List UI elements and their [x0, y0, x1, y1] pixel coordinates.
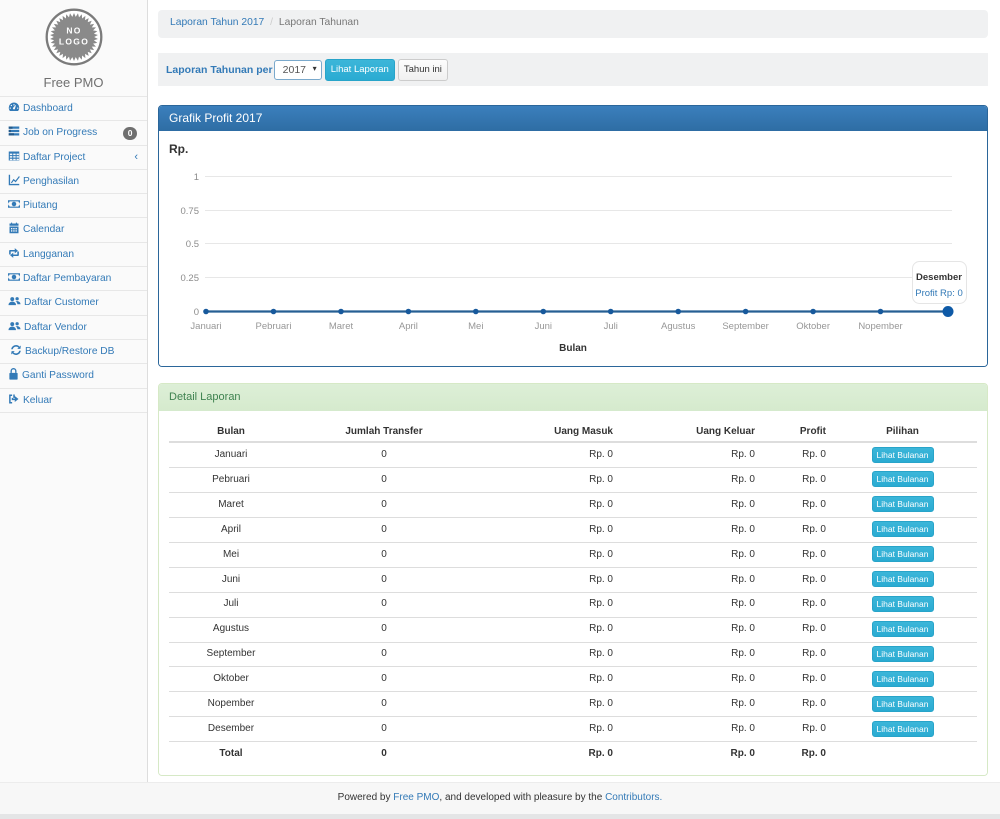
- svg-text:Agustus: Agustus: [661, 321, 696, 332]
- svg-text:Maret: Maret: [329, 321, 354, 332]
- svg-text:0.5: 0.5: [186, 239, 199, 250]
- svg-text:0.25: 0.25: [181, 273, 200, 284]
- svg-text:Juni: Juni: [535, 321, 552, 332]
- svg-text:Mei: Mei: [468, 321, 483, 332]
- svg-text:Oktober: Oktober: [796, 321, 830, 332]
- svg-text:Pebruari: Pebruari: [256, 321, 292, 332]
- svg-text:Rp.: Rp.: [169, 142, 188, 156]
- svg-text:0.75: 0.75: [181, 206, 200, 217]
- svg-text:Januari: Januari: [190, 321, 221, 332]
- svg-text:Profit Rp: 0: Profit Rp: 0: [915, 288, 963, 299]
- svg-text:0: 0: [194, 307, 199, 318]
- svg-text:LOGO: LOGO: [58, 37, 88, 47]
- svg-text:Juli: Juli: [604, 321, 618, 332]
- svg-text:NO: NO: [66, 26, 81, 36]
- svg-text:April: April: [399, 321, 418, 332]
- svg-text:Desember: Desember: [916, 272, 962, 283]
- svg-text:1: 1: [194, 172, 199, 183]
- svg-text:Bulan: Bulan: [559, 343, 587, 354]
- svg-text:September: September: [722, 321, 768, 332]
- svg-text:Nopember: Nopember: [858, 321, 902, 332]
